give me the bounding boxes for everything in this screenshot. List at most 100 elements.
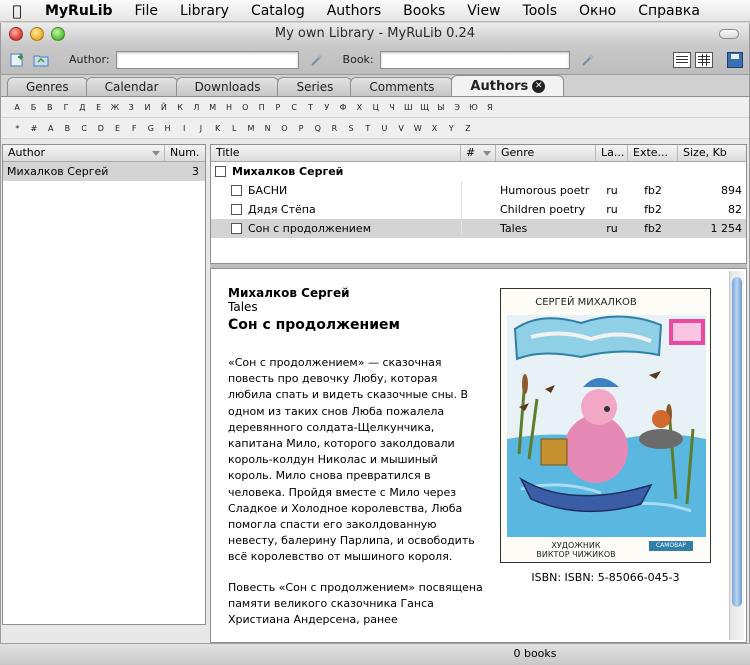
cyrillic-letter-button[interactable]: Б [25, 103, 41, 112]
table-row[interactable]: Дядя Стёпа Children poetry ru fb2 82 [211, 200, 746, 219]
cyrillic-letter-button[interactable]: Ш [400, 103, 416, 112]
table-view-icon[interactable] [695, 51, 713, 68]
close-tab-icon[interactable]: ✕ [532, 79, 546, 93]
cyrillic-letter-button[interactable]: Я [482, 103, 498, 112]
latin-letter-button[interactable]: G [143, 124, 160, 133]
latin-letter-button[interactable]: H [159, 124, 176, 133]
cyrillic-letter-button[interactable]: И [139, 103, 155, 112]
latin-letter-button[interactable]: A [42, 124, 59, 133]
tab-downloads[interactable]: Downloads [175, 77, 280, 96]
latin-letter-button[interactable]: W [410, 124, 427, 133]
menu-help[interactable]: Справка [627, 3, 711, 19]
vertical-scrollbar[interactable] [729, 271, 744, 640]
latin-letter-button[interactable]: Y [443, 124, 460, 133]
cyrillic-letter-button[interactable]: Д [74, 103, 90, 112]
cyrillic-letter-button[interactable]: Ж [107, 103, 123, 112]
import-folder-button[interactable] [31, 51, 51, 69]
cyrillic-letter-button[interactable]: Л [188, 103, 204, 112]
tab-genres[interactable]: Genres [7, 77, 88, 96]
cyrillic-letter-button[interactable]: А [9, 103, 25, 112]
book-checkbox[interactable] [231, 204, 242, 215]
menu-authors[interactable]: Authors [316, 3, 392, 19]
cyrillic-letter-button[interactable]: Ю [465, 103, 481, 112]
latin-letter-button[interactable]: I [176, 124, 193, 133]
latin-letter-button[interactable]: R [326, 124, 343, 133]
cyrillic-letter-button[interactable]: П [253, 103, 269, 112]
cyrillic-letter-button[interactable]: Й [156, 103, 172, 112]
table-row[interactable]: БАСНИ Humorous poetr ru fb2 894 [211, 181, 746, 200]
cyrillic-letter-button[interactable]: Е [90, 103, 106, 112]
menu-tools[interactable]: Tools [512, 3, 569, 19]
group-checkbox[interactable] [215, 166, 226, 177]
cyrillic-letter-button[interactable]: С [286, 103, 302, 112]
latin-letter-button[interactable]: S [343, 124, 360, 133]
ext-column-header[interactable]: Exte... [628, 145, 678, 161]
book-checkbox[interactable] [231, 223, 242, 234]
minimize-window-button[interactable] [30, 27, 44, 41]
num-column-header[interactable]: Num. [165, 145, 205, 161]
menu-books[interactable]: Books [392, 3, 456, 19]
cyrillic-letter-button[interactable]: М [205, 103, 221, 112]
cyrillic-letter-button[interactable]: Ч [384, 103, 400, 112]
close-window-button[interactable] [9, 27, 23, 41]
zoom-window-button[interactable] [51, 27, 65, 41]
cyrillic-letter-button[interactable]: Э [449, 103, 465, 112]
menu-catalog[interactable]: Catalog [240, 3, 316, 19]
toolbar-toggle-button[interactable] [719, 29, 739, 39]
author-row[interactable]: Михалков Сергей 3 [3, 162, 205, 181]
genre-column-header[interactable]: Genre [496, 145, 596, 161]
latin-letter-button[interactable]: K [209, 124, 226, 133]
lang-column-header[interactable]: La... [596, 145, 628, 161]
cyrillic-letter-button[interactable]: Х [351, 103, 367, 112]
book-group-row[interactable]: Михалков Сергей [211, 162, 746, 181]
author-column-header[interactable]: Author [3, 145, 165, 161]
latin-letter-button[interactable]: N [259, 124, 276, 133]
title-column-header[interactable]: Title [211, 145, 461, 161]
tab-authors[interactable]: Authors ✕ [451, 75, 565, 96]
menu-app[interactable]: MyRuLib [34, 3, 124, 19]
scrollbar-thumb[interactable] [732, 277, 742, 607]
latin-letter-button[interactable]: L [226, 124, 243, 133]
book-search-input[interactable] [379, 50, 570, 69]
latin-letter-button[interactable]: Q [309, 124, 326, 133]
latin-letter-button[interactable]: V [393, 124, 410, 133]
seq-column-header[interactable]: # [461, 145, 496, 161]
latin-letter-button[interactable]: B [59, 124, 76, 133]
menu-view[interactable]: View [456, 3, 511, 19]
author-search-input[interactable] [115, 50, 299, 69]
book-find-button[interactable] [576, 51, 600, 69]
cyrillic-letter-button[interactable]: У [319, 103, 335, 112]
latin-letter-button[interactable]: Z [460, 124, 477, 133]
apple-menu-icon[interactable]:  [0, 2, 34, 20]
menu-file[interactable]: File [124, 3, 169, 19]
latin-letter-button[interactable]: M [243, 124, 260, 133]
latin-letter-button[interactable]: C [76, 124, 93, 133]
cyrillic-letter-button[interactable]: В [42, 103, 58, 112]
latin-letter-button[interactable]: J [193, 124, 210, 133]
latin-letter-button[interactable]: E [109, 124, 126, 133]
cyrillic-letter-button[interactable]: Ц [368, 103, 384, 112]
cyrillic-letter-button[interactable]: Н [221, 103, 237, 112]
cyrillic-letter-button[interactable]: Ф [335, 103, 351, 112]
latin-letter-button[interactable]: T [359, 124, 376, 133]
cyrillic-letter-button[interactable]: К [172, 103, 188, 112]
author-find-button[interactable] [305, 51, 329, 69]
save-icon[interactable] [727, 51, 743, 68]
size-column-header[interactable]: Size, Kb [678, 145, 746, 161]
latin-letter-button[interactable]: # [26, 124, 43, 133]
latin-letter-button[interactable]: X [426, 124, 443, 133]
tab-comments[interactable]: Comments [350, 77, 454, 96]
latin-letter-button[interactable]: * [9, 124, 26, 133]
latin-letter-button[interactable]: U [376, 124, 393, 133]
latin-letter-button[interactable]: D [92, 124, 109, 133]
cyrillic-letter-button[interactable]: Р [270, 103, 286, 112]
menu-window[interactable]: Окно [568, 3, 627, 19]
book-checkbox[interactable] [231, 185, 242, 196]
latin-letter-button[interactable]: P [293, 124, 310, 133]
cyrillic-letter-button[interactable]: З [123, 103, 139, 112]
cyrillic-letter-button[interactable]: Т [302, 103, 318, 112]
cyrillic-letter-button[interactable]: О [237, 103, 253, 112]
menu-library[interactable]: Library [169, 3, 240, 19]
latin-letter-button[interactable]: F [126, 124, 143, 133]
cyrillic-letter-button[interactable]: Ы [433, 103, 449, 112]
